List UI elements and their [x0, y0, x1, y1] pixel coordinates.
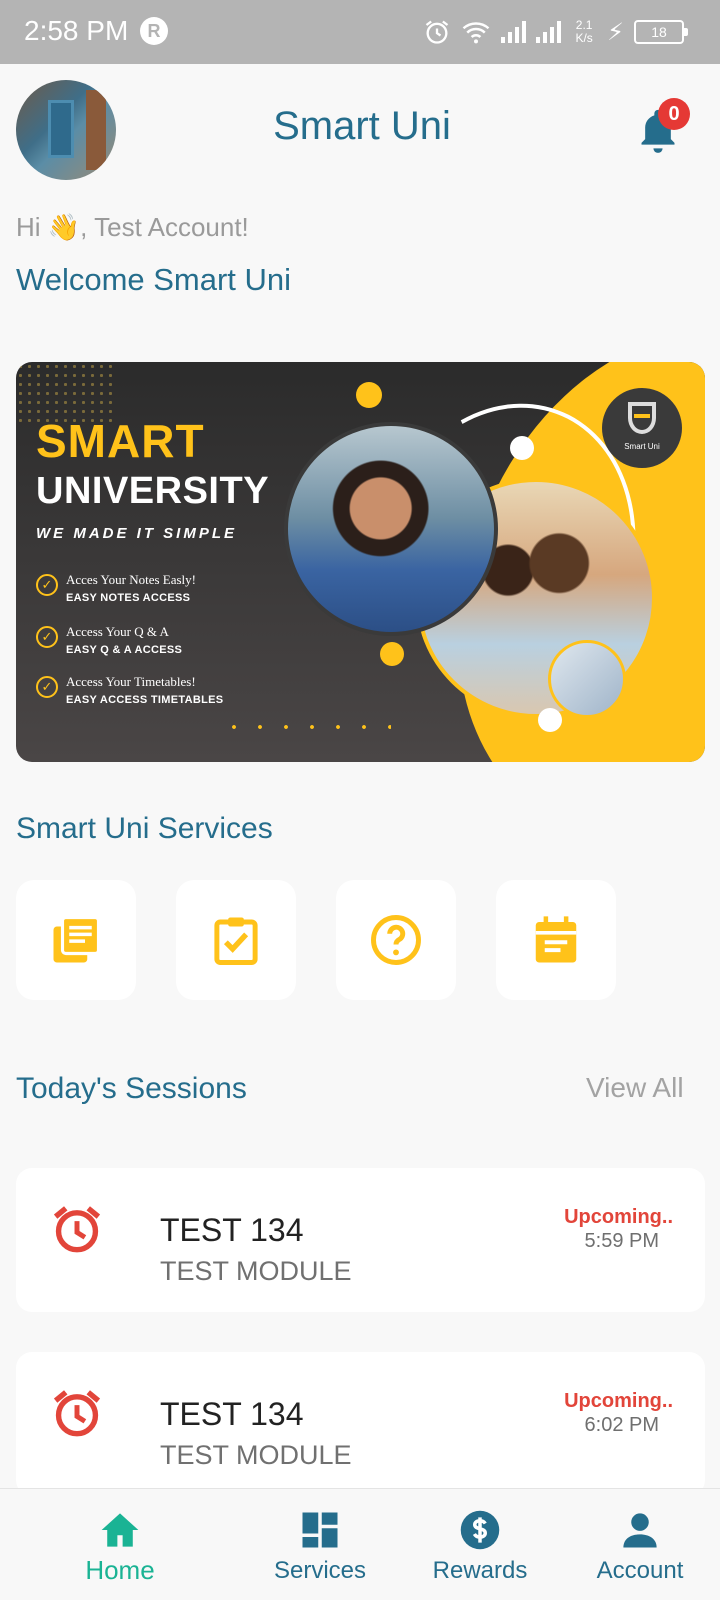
banner-tagline: WE MADE IT SIMPLE — [36, 525, 237, 542]
banner-headline-university: UNIVERSITY — [36, 470, 270, 512]
battery-level: 18 — [651, 24, 667, 40]
status-bar: 2:58 PM R 2.1 K/s ⚡ 18 — [0, 0, 720, 64]
network-speed: 2.1 K/s — [571, 19, 597, 45]
session-module: TEST MODULE — [160, 1440, 352, 1470]
banner-logo: Smart Uni — [602, 388, 682, 468]
nav-services-label: Services — [273, 1557, 367, 1584]
view-all-link[interactable]: View All — [586, 1072, 684, 1104]
welcome-text: Welcome Smart Uni — [16, 262, 292, 297]
session-card[interactable]: TEST 134 TEST MODULE Upcoming.. 6:02 PM — [16, 1352, 705, 1496]
session-time: 5:59 PM — [584, 1230, 659, 1252]
banner-node — [538, 708, 562, 732]
session-status: Upcoming.. — [564, 1206, 673, 1228]
greeting-text: Hi 👋, Test Account! — [16, 212, 249, 242]
check-icon: ✓ — [36, 676, 58, 698]
home-icon — [101, 1513, 139, 1547]
alarm-clock-icon — [53, 1390, 101, 1437]
dollar-icon — [460, 1510, 500, 1550]
banner-node — [356, 382, 382, 408]
nav-home[interactable]: Home — [50, 1489, 190, 1600]
nav-rewards-label: Rewards — [432, 1557, 528, 1584]
timetable-icon — [535, 916, 577, 963]
service-tasks-button[interactable] — [176, 880, 296, 1000]
charging-icon: ⚡ — [607, 18, 624, 46]
service-qa-button[interactable] — [336, 880, 456, 1000]
banner-photo-student — [284, 422, 498, 636]
services-section-title: Smart Uni Services — [16, 812, 273, 845]
service-timetable-button[interactable] — [496, 880, 616, 1000]
question-icon — [371, 915, 421, 965]
battery-icon: 18 — [634, 20, 688, 44]
check-icon: ✓ — [36, 574, 58, 596]
session-title: TEST 134 — [160, 1396, 304, 1432]
alarm-icon — [425, 20, 449, 44]
nav-account-label: Account — [596, 1557, 684, 1584]
signal-icon-2 — [536, 21, 562, 43]
session-card[interactable]: TEST 134 TEST MODULE Upcoming.. 5:59 PM — [16, 1168, 705, 1312]
wifi-icon — [462, 22, 490, 44]
banner-feature-line2: EASY NOTES ACCESS — [66, 592, 191, 604]
shield-logo-icon — [628, 402, 656, 434]
nav-services[interactable]: Services — [250, 1489, 390, 1600]
notes-icon — [53, 915, 101, 963]
nav-home-label: Home — [85, 1555, 155, 1585]
session-status: Upcoming.. — [564, 1390, 673, 1412]
app-title: Smart Uni — [273, 104, 451, 148]
session-time: 6:02 PM — [584, 1414, 659, 1436]
banner-logo-text: Smart Uni — [624, 442, 660, 451]
banner-headline-smart: SMART — [36, 415, 205, 467]
services-icon — [302, 1512, 338, 1548]
tasks-icon — [214, 917, 258, 965]
network-speed-unit: K/s — [575, 31, 593, 45]
status-time: 2:58 PM — [24, 15, 129, 46]
alarm-clock-icon — [53, 1206, 101, 1253]
nav-rewards[interactable]: Rewards — [410, 1489, 550, 1600]
banner-feature-line1: Access Your Timetables! — [66, 674, 196, 689]
banner-feature-line2: EASY Q & A ACCESS — [66, 644, 183, 656]
sessions-section-title: Today's Sessions — [16, 1072, 247, 1105]
banner-dot-pattern — [16, 362, 116, 422]
banner-feature-line2: EASY ACCESS TIMETABLES — [66, 694, 224, 706]
banner-feature-line1: Access Your Q & A — [66, 624, 169, 639]
bottom-nav: Home Services Rewards Account — [0, 1488, 720, 1600]
notification-badge: 0 — [658, 98, 690, 130]
check-icon: ✓ — [36, 626, 58, 648]
app-notification-icon: R — [140, 17, 168, 45]
session-module: TEST MODULE — [160, 1256, 352, 1286]
nav-account[interactable]: Account — [570, 1489, 710, 1600]
banner-dot-pattern-bottom — [221, 714, 391, 750]
signal-icon — [501, 21, 527, 43]
banner-photo-small — [548, 640, 626, 718]
promo-banner[interactable]: SMART UNIVERSITY WE MADE IT SIMPLE ✓ Acc… — [16, 362, 705, 762]
service-notes-button[interactable] — [16, 880, 136, 1000]
banner-feature-line1: Acces Your Notes Easly! — [66, 572, 196, 587]
banner-node — [380, 642, 404, 666]
banner-node — [510, 436, 534, 460]
status-icons: 2.1 K/s ⚡ 18 — [423, 14, 688, 50]
session-title: TEST 134 — [160, 1212, 304, 1248]
account-icon — [623, 1513, 657, 1548]
